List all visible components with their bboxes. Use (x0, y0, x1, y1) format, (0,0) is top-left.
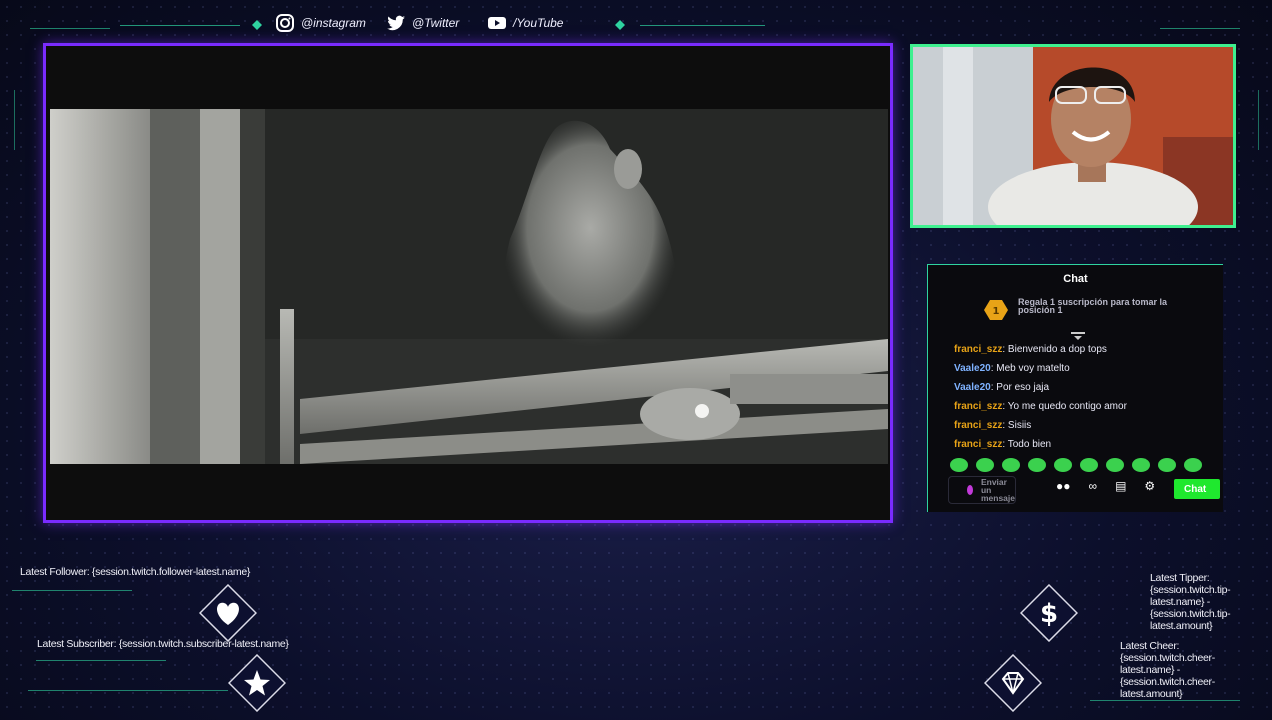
chat-username[interactable]: Vaale20 (954, 382, 991, 393)
emote-bar (950, 458, 1202, 472)
ghost-scene-image (50, 109, 888, 464)
video-frame-image (50, 109, 888, 464)
rank-badge-icon: 1 (984, 300, 1008, 320)
deco-line (1258, 90, 1259, 150)
latest-tipper-label: Latest Tipper: {session.twitch.tip-lates… (1150, 572, 1231, 632)
social-bar: @instagram @Twitter /YouTube (120, 10, 765, 38)
chat-message: franci_szz: Bienvenido a dop tops (954, 340, 1209, 359)
emote-icon[interactable] (1028, 458, 1046, 472)
emote-icon[interactable] (1054, 458, 1072, 472)
emote-icon[interactable] (1080, 458, 1098, 472)
chat-panel: Chat 1 Regala 1 suscripción para tomar l… (927, 264, 1223, 512)
deco-line (12, 590, 132, 591)
twitter-icon (387, 15, 405, 31)
instagram-handle: @instagram (301, 16, 366, 30)
chat-message: Vaale20: Meb voy matelto (954, 359, 1209, 378)
deco-line (30, 28, 110, 29)
youtube-icon (488, 17, 506, 29)
chat-messages: franci_szz: Bienvenido a dop tops Vaale20… (954, 340, 1209, 454)
chat-text: Todo bien (1007, 439, 1052, 450)
webcam-image (913, 47, 1233, 225)
instagram-link[interactable]: @instagram (275, 13, 366, 33)
deco-line (1090, 700, 1240, 701)
deco-line (120, 25, 240, 26)
star-badge (228, 654, 286, 712)
chat-text: Por eso jaja (996, 382, 1050, 393)
rank-badge-number: 1 (993, 306, 1000, 317)
emote-icon[interactable] (1002, 458, 1020, 472)
chat-text: Meb voy matelto (996, 363, 1070, 374)
chat-username[interactable]: Vaale20 (954, 363, 991, 374)
emote-icon[interactable] (1184, 458, 1202, 472)
emote-icon[interactable] (1132, 458, 1150, 472)
youtube-handle: /YouTube (513, 16, 564, 30)
latest-follower-label: Latest Follower: {session.twitch.followe… (20, 566, 251, 578)
deco-line (14, 90, 15, 150)
chat-message: franci_szz: Yo me quedo contigo amor (954, 397, 1209, 416)
latest-subscriber-label: Latest Subscriber: {session.twitch.subsc… (37, 638, 289, 650)
gear-icon[interactable]: ⚙ (1144, 479, 1155, 493)
dollar-icon: $ (1040, 599, 1058, 629)
store-icon[interactable]: ▤ (1115, 479, 1126, 493)
heart-badge (199, 584, 257, 642)
chat-input[interactable]: Enviar un mensaje (948, 476, 1016, 504)
emote-icon[interactable] (1158, 458, 1176, 472)
chat-message: Vaale20: Por eso jaja (954, 378, 1209, 397)
chat-username[interactable]: franci_szz (954, 344, 1002, 355)
tip-badge: $ (1020, 584, 1078, 642)
latest-cheer-label: Latest Cheer: {session.twitch.cheer-late… (1120, 640, 1215, 700)
chat-title: Chat (1063, 273, 1088, 285)
emote-icon[interactable] (1106, 458, 1124, 472)
chat-text: Yo me quedo contigo amor (1007, 401, 1127, 412)
link-icon[interactable]: ∞ (1089, 479, 1098, 493)
chat-text: Bienvenido a dop tops (1007, 344, 1107, 355)
chat-username[interactable]: franci_szz (954, 401, 1002, 412)
chat-input-placeholder: Enviar un mensaje (980, 477, 1015, 503)
video-player[interactable] (43, 43, 893, 523)
twitter-handle: @Twitter (412, 16, 460, 30)
deco-line (28, 690, 228, 691)
emote-icon[interactable] (976, 458, 994, 472)
diamond-icon (252, 20, 262, 30)
promo-text: Regala 1 suscripción para tomar la posic… (1018, 297, 1168, 315)
deco-line (640, 25, 765, 26)
instagram-icon (276, 14, 294, 32)
sub-gift-promo[interactable]: 1 Regala 1 suscripción para tomar la pos… (940, 298, 1210, 334)
webcam-feed (910, 44, 1236, 228)
twitter-link[interactable]: @Twitter (386, 13, 459, 33)
chat-send-button[interactable]: Chat (1174, 479, 1220, 499)
emote-icon[interactable] (950, 458, 968, 472)
chat-username[interactable]: franci_szz (954, 420, 1002, 431)
chat-message: franci_szz: Sisiis (954, 416, 1209, 435)
deco-line (36, 660, 166, 661)
chat-toolbar: ●● ∞ ▤ ⚙ (1056, 479, 1155, 493)
mic-icon (967, 485, 973, 495)
diamond-icon (615, 20, 625, 30)
chat-text: Sisiis (1007, 420, 1032, 431)
users-icon[interactable]: ●● (1056, 479, 1071, 493)
chat-message: franci_szz: Todo bien (954, 435, 1209, 454)
deco-line (1160, 28, 1240, 29)
cheer-badge (984, 654, 1042, 712)
chat-username[interactable]: franci_szz (954, 439, 1002, 450)
youtube-link[interactable]: /YouTube (487, 13, 563, 33)
